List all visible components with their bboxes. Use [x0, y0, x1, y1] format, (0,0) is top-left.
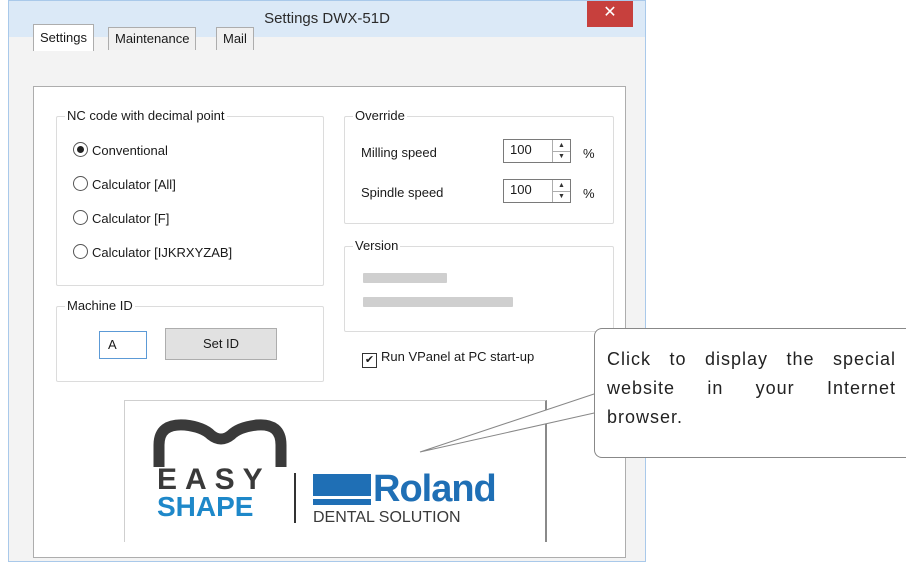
spin-down-icon[interactable]: ▼	[553, 191, 570, 202]
version-redacted-line	[363, 273, 447, 283]
close-button[interactable]: ✕	[587, 1, 633, 27]
run-vpanel-label: Run VPanel at PC start-up	[381, 349, 535, 364]
version-legend: Version	[353, 238, 401, 253]
spindle-unit: %	[583, 186, 595, 201]
tab-mail[interactable]: Mail	[216, 27, 254, 50]
radio-label: Calculator [IJKRXYZAB]	[92, 245, 233, 260]
spindle-speed-value[interactable]: 100	[510, 182, 532, 197]
version-redacted-line	[363, 297, 513, 307]
milling-speed-value[interactable]: 100	[510, 142, 532, 157]
machine-id-group: Machine ID A Set ID	[56, 298, 324, 382]
milling-speed-label: Milling speed	[361, 145, 437, 160]
override-legend: Override	[353, 108, 407, 123]
window-title: Settings DWX-51D	[264, 10, 390, 27]
radio-button[interactable]	[73, 210, 88, 225]
radio-button[interactable]	[73, 176, 88, 191]
radio-button[interactable]	[73, 244, 88, 259]
logo-dental-text: DENTAL SOLUTION	[313, 509, 461, 526]
radio-label: Calculator [F]	[92, 211, 170, 226]
radio-calculator-all[interactable]: Calculator [All]	[73, 175, 176, 195]
machine-id-legend: Machine ID	[65, 298, 135, 313]
logo-roland-text: Roland	[373, 468, 497, 510]
tab-maintenance[interactable]: Maintenance	[108, 27, 197, 50]
nc-code-legend: NC code with decimal point	[65, 108, 227, 123]
spindle-speed-label: Spindle speed	[361, 185, 444, 200]
radio-calculator-ijkrxyzab[interactable]: Calculator [IJKRXYZAB]	[73, 243, 232, 263]
version-group: Version	[344, 238, 614, 332]
machine-id-input[interactable]: A	[99, 331, 147, 359]
spin-down-icon[interactable]: ▼	[553, 151, 570, 162]
set-id-button[interactable]: Set ID	[165, 328, 277, 360]
run-vpanel-checkbox-row[interactable]: ✔ Run VPanel at PC start-up	[362, 348, 535, 368]
radio-button-checked[interactable]	[73, 142, 88, 157]
radio-calculator-f[interactable]: Calculator [F]	[73, 209, 169, 229]
tab-settings[interactable]: Settings	[33, 24, 94, 51]
override-group: Override Milling speed 100 ▲ ▼ % Spindle…	[344, 108, 614, 224]
milling-unit: %	[583, 146, 595, 161]
nc-code-group: NC code with decimal point Conventional …	[56, 108, 324, 286]
radio-conventional[interactable]: Conventional	[73, 141, 168, 161]
logo-shape-text: SHAPE	[157, 491, 254, 522]
easy-shape-logo-button[interactable]: EASY SHAPE Roland DENTAL SOLUTION	[124, 400, 547, 542]
spindle-speed-spinner[interactable]: 100 ▲ ▼	[503, 179, 571, 203]
milling-speed-spinner[interactable]: 100 ▲ ▼	[503, 139, 571, 163]
run-vpanel-checkbox[interactable]: ✔	[362, 353, 377, 368]
callout-text: Click to display the special website in …	[607, 349, 896, 427]
close-icon: ✕	[603, 4, 617, 21]
radio-label: Calculator [All]	[92, 177, 176, 192]
callout-tooltip: Click to display the special website in …	[594, 328, 906, 458]
radio-label: Conventional	[92, 143, 168, 158]
